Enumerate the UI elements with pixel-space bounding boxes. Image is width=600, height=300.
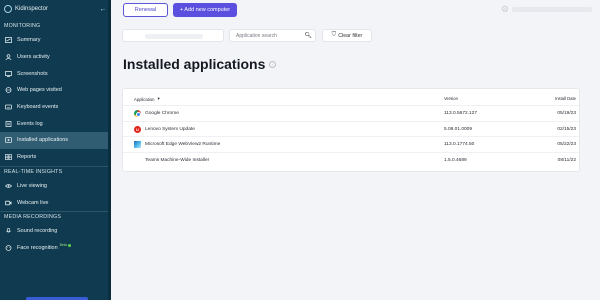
applications-table: Application ▾ Version Install Date Googl… xyxy=(122,88,580,172)
table-header: Application ▾ Version Install Date xyxy=(123,93,579,105)
face-recognition-icon xyxy=(5,245,12,251)
app-install-date: 02/15/23 xyxy=(557,126,576,132)
computer-select[interactable] xyxy=(122,29,224,42)
lenovo-icon: U xyxy=(134,125,141,133)
section-title-media-recordings: MEDIA RECORDINGS xyxy=(0,210,111,223)
users-activity-icon xyxy=(5,54,12,61)
sidebar-item-label: Reports xyxy=(17,154,37,161)
sidebar-item-label: Web pages visited xyxy=(17,87,62,94)
sidebar-item-face-recognition[interactable]: Face recognition Beta xyxy=(0,240,111,257)
app-version: 113.0.5672.127 xyxy=(444,111,477,116)
app-cell: Microsoft Edge WebView2 Runtime xyxy=(134,141,220,148)
teams-icon xyxy=(134,156,141,164)
filter-icon: ⛉ xyxy=(331,32,337,38)
beta-dot-icon xyxy=(67,243,71,247)
brand-bar: Kidinspector ← xyxy=(0,2,111,16)
beta-badge: Beta xyxy=(59,243,67,248)
section-title-monitoring: MONITORING xyxy=(4,23,41,29)
summary-icon xyxy=(5,37,12,44)
clear-filter-button[interactable]: ⛉ Clear filter xyxy=(322,29,372,42)
page-title-text: Installed applications xyxy=(123,56,266,72)
clear-filter-label: Clear filter xyxy=(338,32,363,39)
table-row: Microsoft Edge WebView2 Runtime 113.0.17… xyxy=(123,136,579,152)
sidebar-scrollbar[interactable] xyxy=(108,0,111,300)
account-info xyxy=(512,7,592,12)
collapse-sidebar-icon[interactable]: ← xyxy=(99,6,107,13)
sidebar-item-label: Installed applications xyxy=(17,137,69,144)
column-header-application[interactable]: Application ▾ xyxy=(134,96,160,102)
sidebar-item-label: Face recognition xyxy=(17,244,58,251)
sidebar-item-label: Keyboard events xyxy=(17,104,59,111)
section-title-real-time-insights: REAL-TIME INSIGHTS xyxy=(0,165,111,178)
sidebar-item-reports[interactable]: Reports xyxy=(0,149,111,166)
sidebar-item-web-pages[interactable]: Web pages visited xyxy=(0,82,111,99)
app-cell: Google Chrome xyxy=(134,110,179,117)
app-version: 5.08.01.0009 xyxy=(444,126,473,132)
reports-icon xyxy=(5,154,12,161)
keyboard-icon xyxy=(5,104,12,110)
sidebar-item-screenshots[interactable]: Screenshots xyxy=(0,65,111,82)
edge-icon xyxy=(134,141,141,148)
app-name: Google Chrome xyxy=(145,111,179,116)
column-header-version[interactable]: Version xyxy=(444,96,458,101)
app-version: 113.0.1774.50 xyxy=(444,142,475,147)
app-install-date: 08/11/22 xyxy=(557,157,576,163)
app-install-date: 05/19/23 xyxy=(557,111,576,116)
globe-icon xyxy=(5,87,12,94)
sidebar-item-sound-recording[interactable]: Sound recording xyxy=(0,223,111,240)
app-cell: U Lenovo System Update xyxy=(134,125,195,133)
eye-icon xyxy=(5,183,12,189)
application-search-input[interactable] xyxy=(236,32,304,39)
search-icon[interactable]: 🔍︎ xyxy=(304,32,312,39)
sidebar-item-label: Screenshots xyxy=(17,70,48,77)
table-row: Google Chrome 113.0.5672.127 05/19/23 xyxy=(123,105,579,121)
events-log-icon xyxy=(5,120,12,127)
brand-logo-icon xyxy=(4,5,12,13)
brand-name: Kidinspector xyxy=(15,6,49,12)
app-version: 1.5.0.4689 xyxy=(444,157,467,163)
gear-icon[interactable]: ⚙ xyxy=(501,4,509,15)
add-new-computer-button[interactable]: + Add new computer xyxy=(173,3,237,17)
sidebar-item-keyboard-events[interactable]: Keyboard events xyxy=(0,99,111,116)
sidebar-item-webcam-live[interactable]: Webcam live xyxy=(0,194,111,211)
app-cell: Teams Machine-Wide Installer xyxy=(134,156,210,164)
column-header-label: Application xyxy=(134,96,155,102)
computer-select-value xyxy=(145,34,203,39)
sidebar-item-label: Events log xyxy=(17,120,43,127)
sidebar-item-label: Live viewing xyxy=(17,182,47,189)
table-row: Teams Machine-Wide Installer 1.5.0.4689 … xyxy=(123,151,579,168)
application-search[interactable]: 🔍︎ xyxy=(229,29,316,42)
app-name: Microsoft Edge WebView2 Runtime xyxy=(145,142,221,147)
sidebar-item-users-activity[interactable]: Users activity xyxy=(0,49,111,66)
applications-icon xyxy=(5,137,12,144)
sidebar-item-label: Sound recording xyxy=(17,228,58,235)
column-header-install-date[interactable]: Install Date xyxy=(555,96,576,101)
app-name: Lenovo System Update xyxy=(145,126,195,132)
webcam-icon xyxy=(5,200,12,206)
sidebar-item-label: Users activity xyxy=(17,54,50,61)
screenshots-icon xyxy=(5,70,12,77)
renewal-button[interactable]: Renewal xyxy=(123,3,168,17)
page-title: Installed applications i xyxy=(123,56,277,72)
sort-desc-icon[interactable]: ▾ xyxy=(158,96,160,102)
sidebar-item-label: Summary xyxy=(17,37,41,44)
table-row: U Lenovo System Update 5.08.01.0009 02/1… xyxy=(123,120,579,137)
info-icon[interactable]: i xyxy=(269,60,277,68)
microphone-icon xyxy=(5,228,12,234)
sidebar-item-events-log[interactable]: Events log xyxy=(0,115,111,132)
sidebar: Kidinspector ← MONITORING Summary Users … xyxy=(0,0,111,300)
sidebar-item-summary[interactable]: Summary xyxy=(0,32,111,49)
chrome-icon xyxy=(134,110,141,117)
account-area[interactable]: ⚙ xyxy=(501,4,592,15)
sidebar-item-label: Webcam live xyxy=(17,199,49,206)
app-name: Teams Machine-Wide Installer xyxy=(145,157,210,163)
sidebar-item-live-viewing[interactable]: Live viewing xyxy=(0,178,111,195)
app-install-date: 05/22/23 xyxy=(557,142,576,147)
sidebar-item-installed-applications[interactable]: Installed applications xyxy=(0,132,111,149)
